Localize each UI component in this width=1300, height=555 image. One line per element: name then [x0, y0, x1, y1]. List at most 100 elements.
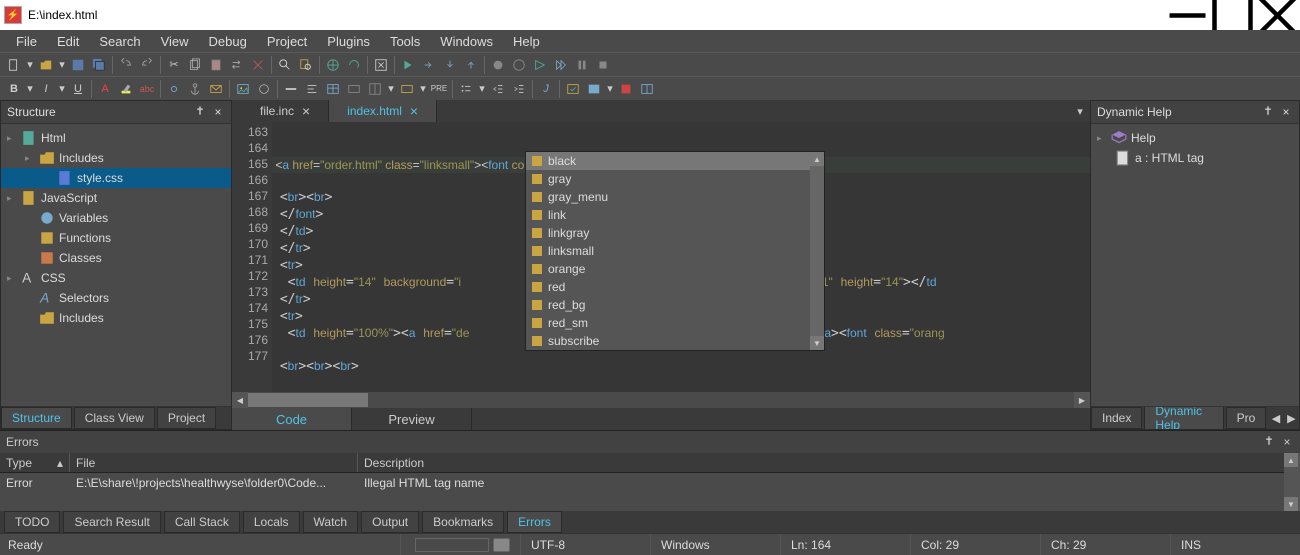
tab-preview[interactable]: Preview — [352, 408, 472, 430]
tab-output[interactable]: Output — [361, 511, 419, 533]
table-icon[interactable] — [323, 79, 343, 99]
stop-debug-icon[interactable] — [593, 55, 613, 75]
link-icon[interactable] — [164, 79, 184, 99]
col-type[interactable]: Type ▴ — [0, 453, 70, 472]
preview-icon[interactable] — [584, 79, 604, 99]
file-tab[interactable]: index.html× — [329, 100, 437, 122]
tab-todo[interactable]: TODO — [4, 511, 60, 533]
redo-icon[interactable] — [137, 55, 157, 75]
browser-icon[interactable] — [323, 55, 343, 75]
fast-forward-icon[interactable] — [551, 55, 571, 75]
horizontal-scrollbar[interactable]: ◀ ▶ — [232, 392, 1090, 408]
expander-icon[interactable]: ▸ — [7, 273, 17, 284]
continue-icon[interactable] — [530, 55, 550, 75]
form-icon[interactable] — [397, 79, 417, 99]
menu-project[interactable]: Project — [257, 31, 317, 52]
tree-item[interactable]: a : HTML tag — [1091, 148, 1299, 168]
flag-icon[interactable] — [616, 79, 636, 99]
dropdown-icon[interactable]: ▾ — [386, 79, 396, 99]
debug-out-icon[interactable] — [461, 55, 481, 75]
col-file[interactable]: File — [70, 453, 358, 472]
structure-tree[interactable]: ▸Html▸Includesstyle.css▸JavaScriptVariab… — [1, 123, 231, 407]
pin-icon[interactable] — [1262, 435, 1276, 449]
indent-icon[interactable] — [509, 79, 529, 99]
align-icon[interactable] — [302, 79, 322, 99]
tab-call-stack[interactable]: Call Stack — [164, 511, 240, 533]
tab-project[interactable]: Project — [157, 407, 216, 429]
tree-item[interactable]: ▸ Help — [1091, 128, 1299, 148]
menu-debug[interactable]: Debug — [199, 31, 257, 52]
tab-locals[interactable]: Locals — [243, 511, 300, 533]
expander-icon[interactable]: ▸ — [1097, 133, 1107, 144]
scroll-right-icon[interactable]: ▶ — [1074, 392, 1090, 408]
refresh-icon[interactable] — [344, 55, 364, 75]
paste-icon[interactable] — [206, 55, 226, 75]
tree-item[interactable]: Variables — [1, 208, 231, 228]
tree-item[interactable]: Classes — [1, 248, 231, 268]
menu-edit[interactable]: Edit — [47, 31, 89, 52]
tree-item[interactable]: ▸Includes — [1, 148, 231, 168]
autocomplete-item[interactable]: link — [526, 206, 824, 224]
autocomplete-item[interactable]: red_sm — [526, 314, 824, 332]
pause-icon[interactable] — [572, 55, 592, 75]
close-icon[interactable]: × — [410, 103, 418, 119]
status-encoding[interactable]: UTF-8 — [520, 534, 650, 555]
close-icon[interactable]: × — [1279, 105, 1293, 119]
menu-windows[interactable]: Windows — [430, 31, 503, 52]
debug-into-icon[interactable] — [440, 55, 460, 75]
copy-icon[interactable] — [185, 55, 205, 75]
autocomplete-item[interactable]: orange — [526, 260, 824, 278]
menu-file[interactable]: File — [6, 31, 47, 52]
highlight-icon[interactable] — [116, 79, 136, 99]
help-tree[interactable]: ▸ Help a : HTML tag — [1091, 123, 1299, 407]
expander-icon[interactable]: ▸ — [25, 153, 35, 164]
status-eol[interactable]: Windows — [650, 534, 780, 555]
pre-icon[interactable]: PRE — [429, 79, 449, 99]
tree-item[interactable]: style.css — [1, 168, 231, 188]
file-tab[interactable]: file.inc× — [242, 100, 329, 122]
outdent-icon[interactable] — [488, 79, 508, 99]
scroll-thumb[interactable] — [248, 393, 368, 407]
fullscreen-icon[interactable] — [371, 55, 391, 75]
tab-pro[interactable]: Pro — [1226, 407, 1267, 429]
autocomplete-popup[interactable]: blackgraygray_menulinklinkgraylinksmallo… — [525, 151, 825, 351]
image-icon[interactable] — [233, 79, 253, 99]
debug-step-icon[interactable] — [419, 55, 439, 75]
expander-icon[interactable]: ▸ — [7, 193, 17, 204]
font-color-icon[interactable]: A — [95, 79, 115, 99]
breakpoint-icon[interactable] — [488, 55, 508, 75]
script-icon[interactable]: J — [536, 79, 556, 99]
scroll-right-icon[interactable]: ▶ — [1284, 408, 1299, 428]
tab-code[interactable]: Code — [232, 408, 352, 430]
tree-item[interactable]: Functions — [1, 228, 231, 248]
find-in-files-icon[interactable] — [296, 55, 316, 75]
expander-icon[interactable]: ▸ — [7, 133, 17, 144]
minimize-button[interactable] — [1165, 0, 1210, 30]
bold-icon[interactable]: B — [4, 79, 24, 99]
tab-watch[interactable]: Watch — [303, 511, 359, 533]
div-icon[interactable] — [344, 79, 364, 99]
autocomplete-item[interactable]: red — [526, 278, 824, 296]
tab-class-view[interactable]: Class View — [74, 407, 155, 429]
pin-icon[interactable] — [193, 105, 207, 119]
menu-search[interactable]: Search — [89, 31, 150, 52]
autocomplete-item[interactable]: gray_menu — [526, 188, 824, 206]
dropdown-icon[interactable]: ▾ — [57, 55, 67, 75]
open-folder-icon[interactable] — [36, 55, 56, 75]
save-icon[interactable] — [68, 55, 88, 75]
italic-icon[interactable]: I — [36, 79, 56, 99]
scroll-up-icon[interactable]: ▲ — [810, 152, 824, 166]
scroll-left-icon[interactable]: ◀ — [1268, 408, 1283, 428]
dropdown-icon[interactable]: ▾ — [418, 79, 428, 99]
list-ul-icon[interactable] — [456, 79, 476, 99]
underline-icon[interactable]: U — [68, 79, 88, 99]
find-icon[interactable] — [275, 55, 295, 75]
scroll-up-icon[interactable]: ▲ — [1284, 453, 1298, 467]
autocomplete-item[interactable]: red_bg — [526, 296, 824, 314]
run-icon[interactable] — [398, 55, 418, 75]
dropdown-icon[interactable]: ▾ — [477, 79, 487, 99]
tree-item[interactable]: ▸Html — [1, 128, 231, 148]
pin-icon[interactable] — [1261, 105, 1275, 119]
scrollbar[interactable]: ▲ ▼ — [810, 152, 824, 350]
dropdown-icon[interactable]: ▾ — [25, 79, 35, 99]
